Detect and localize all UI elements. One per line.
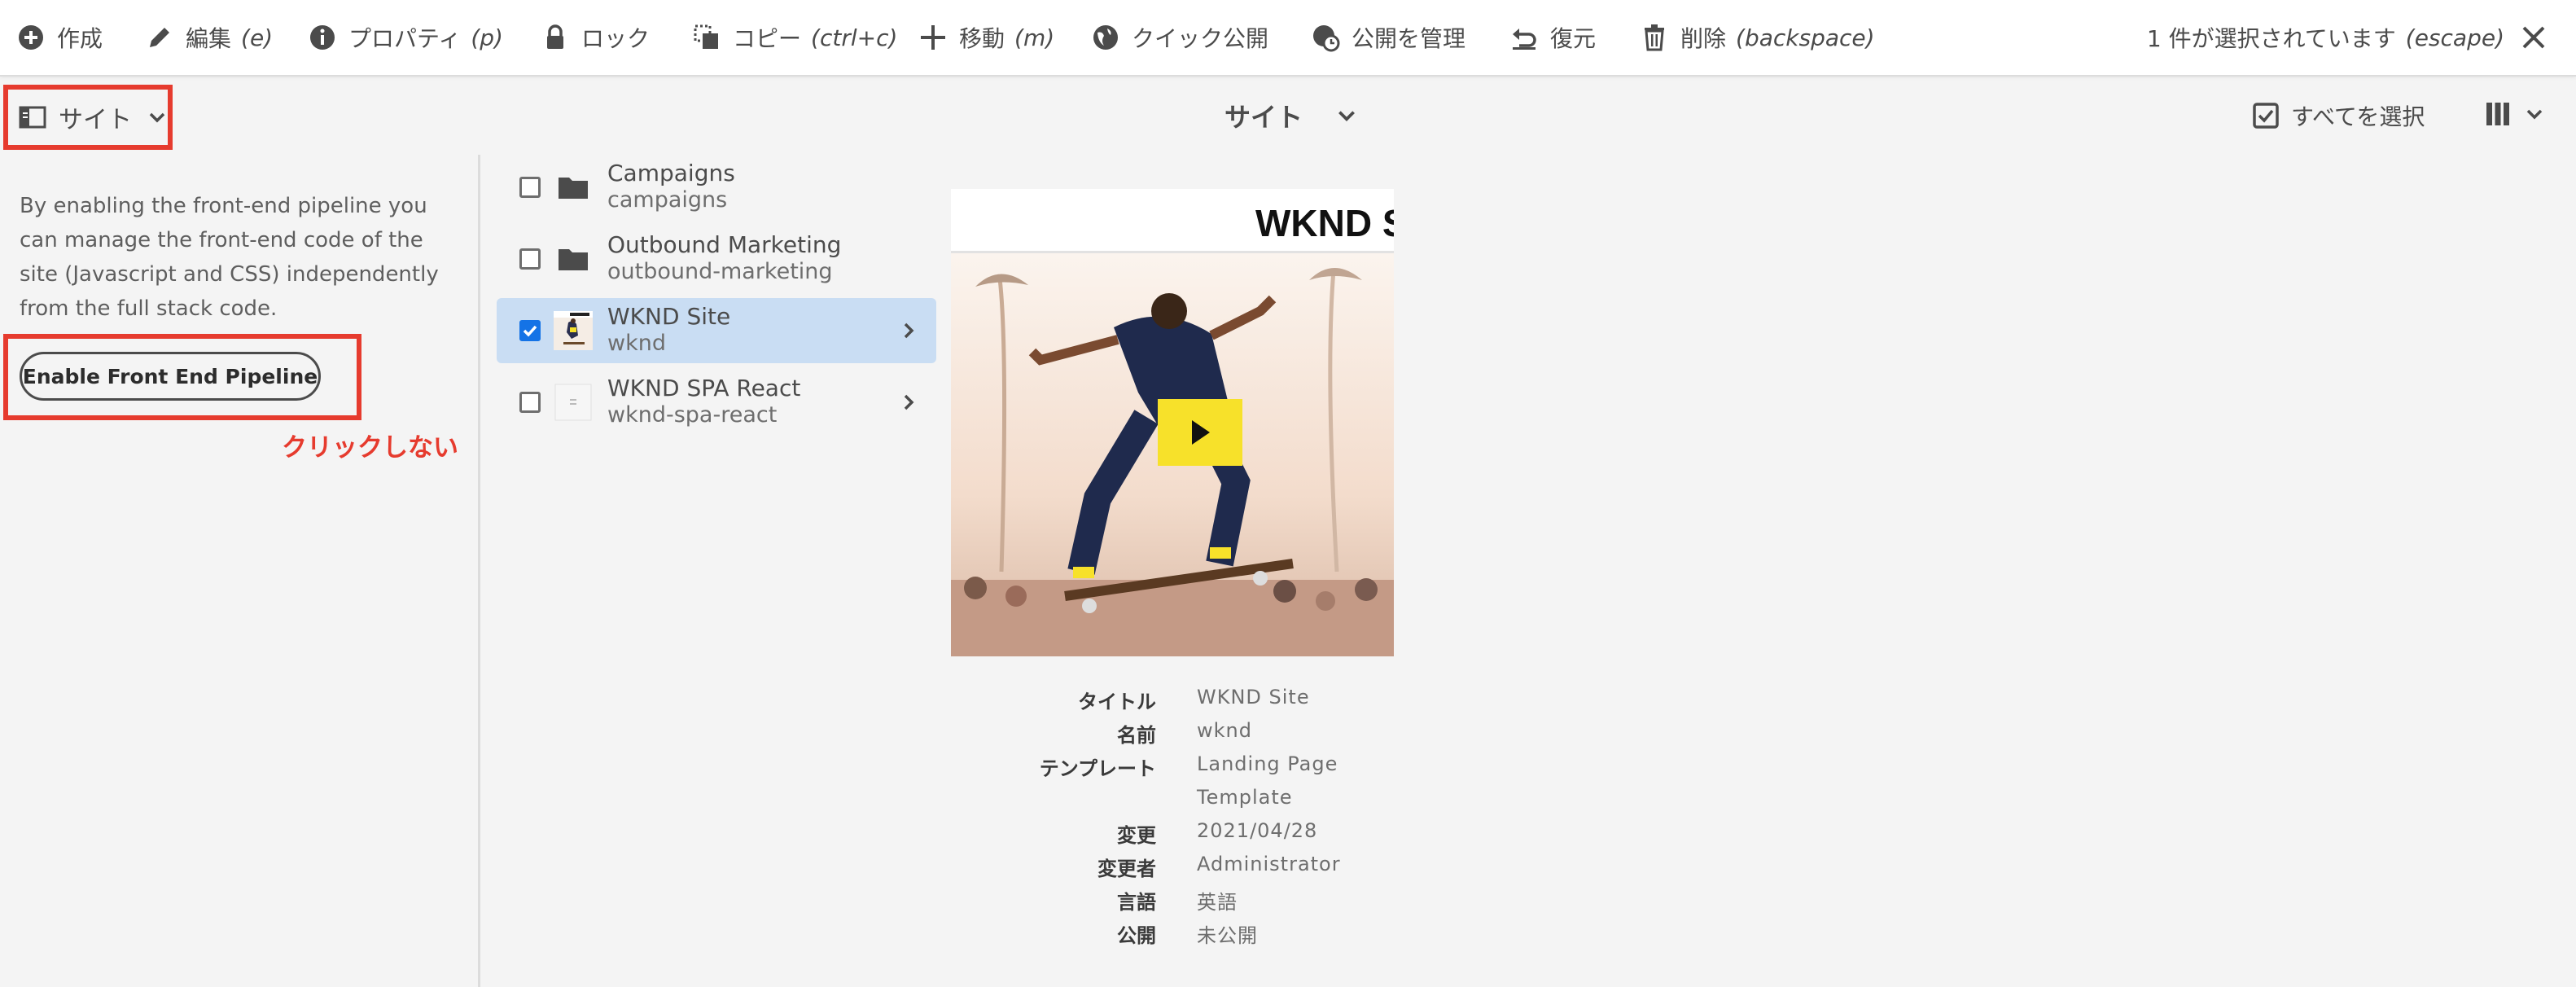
action-bar: 作成 編集 (e) プロパティ (p) ロック コピー (ctrl+c) 移動 … — [0, 0, 2576, 77]
manage-publication-button[interactable]: 公開を管理 — [1311, 0, 1465, 75]
move-button[interactable]: 移動 (m) — [918, 0, 1054, 75]
quick-publish-button[interactable]: クイック公開 — [1091, 0, 1268, 75]
delete-label: 削除 — [1680, 25, 1727, 52]
chevron-down-icon — [149, 112, 165, 123]
page-title: サイト — [1224, 102, 1303, 133]
copy-shortcut: (ctrl+c) — [811, 24, 898, 51]
item-title: WKND SPA React — [607, 375, 801, 401]
delete-button[interactable]: 削除 (backspace) — [1640, 0, 1875, 75]
meta-template-label: テンプレート — [1039, 757, 1156, 780]
meta-title-value: WKND Site — [1197, 686, 1310, 708]
meta-modified-by-value: Administrator — [1197, 853, 1341, 875]
rail-icon — [19, 106, 46, 129]
page-thumbnail — [554, 311, 593, 350]
select-all-button[interactable]: すべてを選択 — [2252, 93, 2425, 138]
list-item[interactable]: Outbound Marketing outbound-marketing — [497, 226, 936, 292]
item-name: wknd — [607, 331, 666, 356]
row-checkbox[interactable] — [519, 248, 541, 270]
edit-button[interactable]: 編集 (e) — [145, 0, 273, 75]
select-all-label: すべてを選択 — [2291, 103, 2425, 130]
item-title: Campaigns — [607, 160, 735, 186]
meta-language-label: 言語 — [1117, 891, 1156, 914]
selection-info: 1 件が選択されています (escape) — [2147, 0, 2504, 75]
move-label: 移動 — [959, 25, 1005, 52]
meta-modified-value: 2021/04/28 — [1197, 819, 1318, 842]
meta-template-value: Landing Page — [1197, 752, 1338, 775]
create-label: 作成 — [57, 25, 103, 52]
meta-template-value-cont: Template — [1197, 786, 1293, 809]
copy-label: コピー — [733, 25, 802, 52]
meta-name-value: wknd — [1197, 719, 1252, 742]
close-selection-icon[interactable] — [2519, 23, 2548, 52]
properties-label: プロパティ — [348, 25, 462, 52]
meta-name-label: 名前 — [1117, 724, 1156, 747]
list-item[interactable]: WKND Site wknd — [497, 298, 936, 363]
meta-published-label: 公開 — [1117, 924, 1156, 947]
item-title: Outbound Marketing — [607, 231, 842, 258]
preview-graphic: WKND SIT — [951, 189, 1394, 656]
preview-image: WKND SIT — [951, 189, 1394, 656]
chevron-right-icon[interactable] — [899, 393, 918, 412]
row-checkbox[interactable] — [519, 392, 541, 413]
column-view: Campaigns campaigns Outbound Marketing o… — [485, 155, 941, 987]
page-title-dropdown[interactable]: サイト — [1224, 93, 1358, 138]
chevron-down-icon — [1338, 111, 1355, 121]
properties-button[interactable]: プロパティ (p) — [308, 0, 503, 75]
undo-icon — [1513, 29, 1536, 50]
copy-button[interactable]: コピー (ctrl+c) — [692, 0, 897, 75]
row-checkbox[interactable] — [519, 177, 541, 198]
selection-count: 1 件が選択されています — [2146, 25, 2396, 52]
meta-modified-by-label: 変更者 — [1097, 858, 1156, 880]
lock-button[interactable]: ロック — [541, 0, 650, 75]
preview-banner-text: WKND SIT — [1255, 202, 1394, 244]
meta-title-label: タイトル — [1078, 691, 1156, 713]
chevron-right-icon[interactable] — [899, 321, 918, 340]
create-button[interactable]: 作成 — [16, 0, 103, 75]
list-item[interactable]: WKND SPA React wknd-spa-react — [497, 370, 936, 435]
folder-icon — [559, 178, 588, 199]
lock-icon — [547, 24, 563, 49]
edit-label: 編集 — [186, 25, 232, 52]
meta-modified-label: 変更 — [1117, 824, 1156, 847]
rail-toggle-button[interactable]: サイト — [3, 85, 173, 150]
annotation-label: クリックしない — [282, 433, 458, 463]
item-name: outbound-marketing — [607, 259, 833, 284]
move-shortcut: (m) — [1014, 24, 1055, 51]
globe-icon — [1093, 25, 1118, 50]
checkbox-checked-icon — [2253, 103, 2279, 129]
view-switcher[interactable] — [2483, 99, 2545, 129]
chevron-down-icon — [2526, 109, 2543, 120]
properties-shortcut: (p) — [471, 24, 503, 51]
rail-toggle-label: サイト — [59, 106, 132, 134]
enable-front-end-pipeline-button[interactable]: Enable Front End Pipeline — [20, 352, 321, 401]
checkmark-icon — [523, 325, 537, 337]
meta-language-value: 英語 — [1197, 891, 1238, 914]
list-item[interactable]: Campaigns campaigns — [497, 155, 936, 220]
lock-label: ロック — [581, 25, 651, 52]
item-title: WKND Site — [607, 303, 731, 330]
restore-label: 復元 — [1550, 25, 1597, 52]
pencil-icon — [150, 28, 169, 47]
meta-published-value: 未公開 — [1197, 924, 1258, 947]
info-icon — [310, 25, 335, 50]
folder-icon — [559, 249, 588, 270]
copy-icon — [694, 24, 718, 49]
escape-shortcut: (escape) — [2405, 24, 2504, 51]
pipeline-description: By enabling the front-end pipeline you c… — [20, 194, 439, 321]
delete-shortcut: (backspace) — [1736, 24, 1875, 51]
item-name: campaigns — [607, 187, 728, 213]
manage-publication-label: 公開を管理 — [1352, 25, 1466, 52]
restore-button[interactable]: 復元 — [1509, 0, 1596, 75]
quick-publish-label: クイック公開 — [1132, 25, 1269, 52]
row-checkbox-checked[interactable] — [519, 320, 541, 341]
globe-clock-icon — [1313, 25, 1340, 52]
edit-shortcut: (e) — [241, 24, 274, 51]
page-thumbnail — [554, 384, 592, 421]
trash-icon — [1645, 24, 1664, 51]
item-name: wknd-spa-react — [607, 402, 778, 428]
column-view-icon — [2486, 103, 2509, 125]
add-circle-icon — [19, 25, 43, 50]
move-icon — [921, 25, 945, 50]
